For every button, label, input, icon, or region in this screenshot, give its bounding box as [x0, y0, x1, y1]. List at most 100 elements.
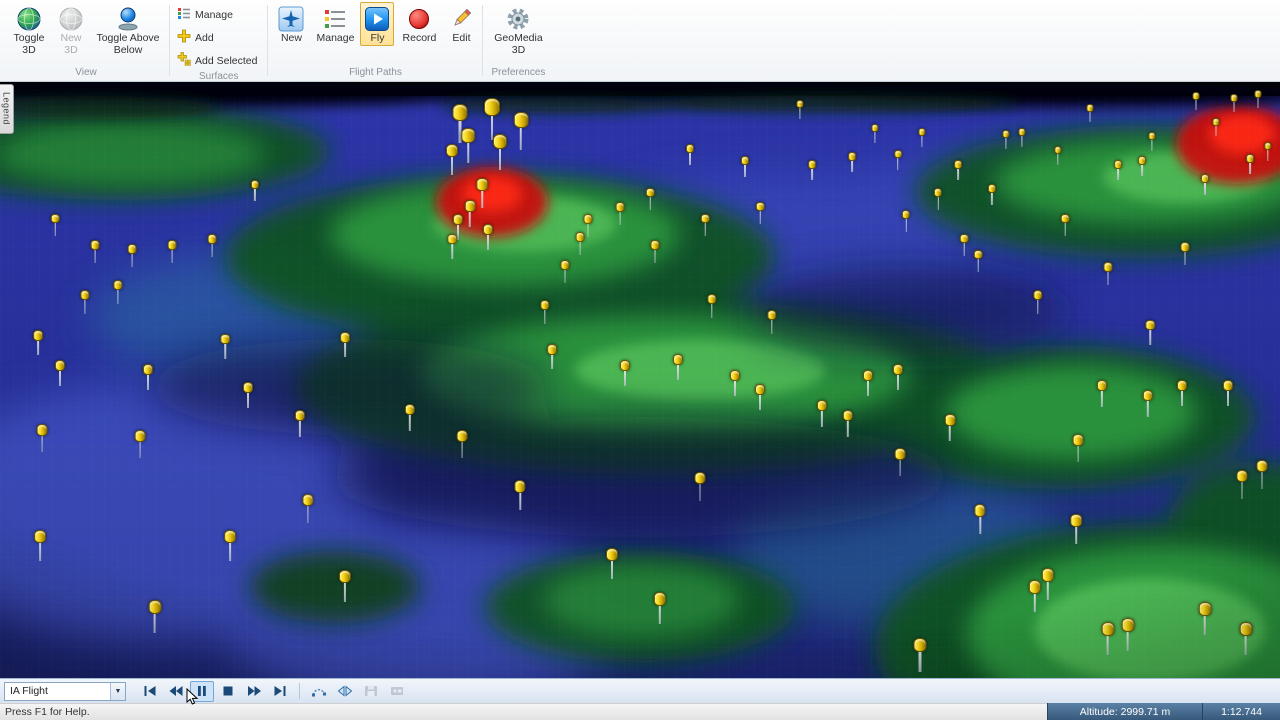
map-pin[interactable] — [863, 370, 873, 396]
map-pin[interactable] — [80, 290, 90, 314]
map-pin[interactable] — [1239, 622, 1253, 656]
map-pin[interactable] — [1028, 580, 1042, 613]
map-pin[interactable] — [55, 360, 65, 386]
map-pin[interactable] — [483, 224, 493, 250]
toggle-3d-button[interactable]: Toggle 3D — [7, 2, 51, 57]
map-pin[interactable] — [620, 360, 630, 386]
skip-end-button[interactable] — [268, 681, 292, 702]
map-pin[interactable] — [653, 592, 667, 625]
map-pin[interactable] — [1198, 602, 1212, 635]
map-pin[interactable] — [796, 100, 804, 119]
map-pin[interactable] — [894, 448, 906, 477]
map-pin[interactable] — [1072, 434, 1084, 463]
fly-button[interactable]: Fly — [360, 2, 395, 46]
map-pin[interactable] — [741, 156, 749, 177]
map-pin[interactable] — [1086, 104, 1094, 123]
export-button[interactable] — [385, 681, 409, 702]
map-pin[interactable] — [645, 188, 655, 211]
map-pin[interactable] — [694, 472, 706, 501]
map-pin[interactable] — [1138, 156, 1146, 177]
map-pin[interactable] — [1212, 118, 1220, 137]
map-pin[interactable] — [918, 128, 926, 147]
map-pin[interactable] — [1103, 262, 1113, 286]
map-pin[interactable] — [1177, 380, 1187, 406]
map-pin[interactable] — [973, 250, 983, 273]
map-pin[interactable] — [34, 530, 46, 561]
map-pin[interactable] — [493, 134, 507, 171]
map-pin[interactable] — [464, 200, 476, 228]
map-pin[interactable] — [755, 202, 765, 225]
map-pin[interactable] — [730, 370, 740, 396]
map-pin[interactable] — [224, 530, 236, 561]
map-pin[interactable] — [514, 480, 526, 510]
stop-button[interactable] — [216, 681, 240, 702]
map-pin[interactable] — [707, 294, 717, 319]
map-pin[interactable] — [1002, 130, 1010, 149]
add-surface-button[interactable]: Add — [174, 27, 263, 48]
map-pin[interactable] — [148, 600, 162, 634]
map-pin[interactable] — [302, 494, 314, 524]
map-pin[interactable] — [767, 310, 777, 335]
save-button[interactable] — [359, 681, 383, 702]
map-pin[interactable] — [461, 128, 475, 164]
toggle-above-below-button[interactable]: Toggle Above Below — [91, 2, 165, 57]
map-pin[interactable] — [1033, 290, 1043, 315]
map-pin[interactable] — [294, 410, 306, 437]
map-pin[interactable] — [1254, 90, 1262, 109]
fast-forward-button[interactable] — [242, 681, 266, 702]
map-pin[interactable] — [1201, 174, 1209, 195]
map-pin[interactable] — [1121, 618, 1135, 652]
map-pin[interactable] — [456, 430, 468, 459]
map-pin[interactable] — [143, 364, 153, 390]
map-pin[interactable] — [871, 124, 879, 143]
geomedia-3d-button[interactable]: GeoMedia 3D — [487, 2, 549, 57]
map-pin[interactable] — [338, 570, 352, 602]
map-pin[interactable] — [207, 234, 217, 257]
map-pin[interactable] — [894, 150, 902, 170]
map-pin[interactable] — [340, 332, 350, 358]
map-pin[interactable] — [987, 184, 997, 206]
map-pin[interactable] — [220, 334, 230, 359]
map-pin[interactable] — [1148, 132, 1156, 151]
map-viewport[interactable]: Legend — [0, 82, 1280, 678]
map-pin[interactable] — [1180, 242, 1190, 266]
map-pin[interactable] — [447, 234, 457, 259]
map-pin[interactable] — [1246, 154, 1254, 175]
map-pin[interactable] — [167, 240, 177, 263]
reverse-button[interactable] — [333, 681, 357, 702]
map-pin[interactable] — [113, 280, 123, 304]
edit-flight-button[interactable]: Edit — [444, 2, 478, 46]
map-pin[interactable] — [33, 330, 43, 356]
map-pin[interactable] — [686, 144, 694, 165]
map-pin[interactable] — [901, 210, 911, 232]
map-pin[interactable] — [842, 410, 854, 438]
map-pin[interactable] — [575, 232, 585, 255]
map-pin[interactable] — [90, 240, 100, 263]
map-pin[interactable] — [540, 300, 550, 325]
legend-panel-tab[interactable]: Legend — [0, 84, 14, 134]
map-pin[interactable] — [615, 202, 625, 225]
map-pin[interactable] — [583, 214, 593, 238]
map-pin[interactable] — [560, 260, 570, 284]
rewind-button[interactable] — [164, 681, 188, 702]
skip-start-button[interactable] — [138, 681, 162, 702]
map-pin[interactable] — [404, 404, 416, 432]
map-pin[interactable] — [476, 178, 488, 208]
map-pin[interactable] — [1256, 460, 1268, 489]
new-flight-button[interactable]: New — [272, 2, 310, 46]
map-pin[interactable] — [944, 414, 956, 442]
map-pin[interactable] — [1264, 142, 1272, 162]
map-pin[interactable] — [1145, 320, 1155, 345]
map-pin[interactable] — [913, 638, 927, 672]
flight-selector[interactable]: IA Flight ▼ — [4, 681, 126, 701]
map-pin[interactable] — [50, 214, 60, 237]
map-pin[interactable] — [1236, 470, 1248, 499]
map-pin[interactable] — [755, 384, 765, 410]
map-pin[interactable] — [893, 364, 903, 390]
map-pin[interactable] — [700, 214, 710, 237]
map-pin[interactable] — [547, 344, 557, 370]
map-pin[interactable] — [816, 400, 828, 427]
map-pin[interactable] — [1192, 92, 1200, 111]
map-pin[interactable] — [1054, 146, 1062, 166]
map-pin[interactable] — [673, 354, 683, 380]
